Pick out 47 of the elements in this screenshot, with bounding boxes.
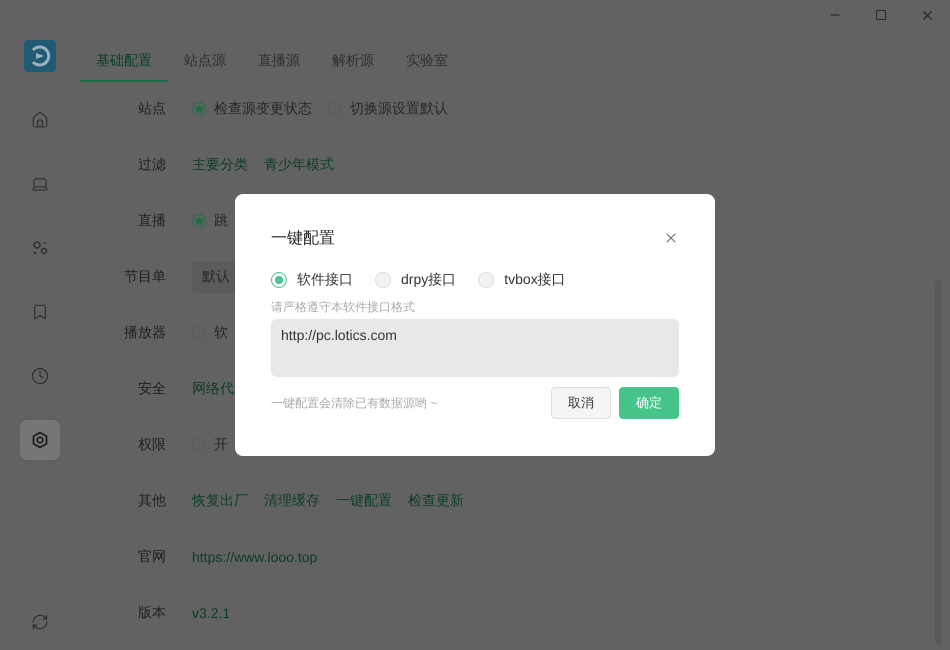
radio-label: 切换源设置默认 bbox=[350, 100, 448, 118]
settings-icon bbox=[31, 431, 49, 449]
setting-link[interactable]: 一键配置 bbox=[336, 492, 392, 510]
radio-label: 软件接口 bbox=[297, 271, 353, 289]
radio-button[interactable] bbox=[192, 214, 206, 228]
setting-label: 节目单 bbox=[123, 268, 166, 286]
sidebar-item[interactable] bbox=[20, 420, 60, 460]
radio-label: drpy接口 bbox=[401, 271, 456, 289]
radio-label: 软 bbox=[214, 324, 228, 342]
url-input-field[interactable]: http://pc.lotics.com bbox=[271, 319, 679, 377]
setting-link[interactable]: 清理缓存 bbox=[264, 492, 320, 510]
home-icon bbox=[31, 111, 49, 129]
setting-link[interactable]: 网络代 bbox=[192, 380, 234, 398]
clock-icon bbox=[31, 367, 49, 385]
setting-link[interactable]: 主要分类 bbox=[192, 156, 248, 174]
setting-label: 直播 bbox=[137, 212, 166, 230]
setting-label: 安全 bbox=[137, 380, 166, 398]
dialog-title: 一键配置 bbox=[271, 228, 335, 248]
radio-label: 跳 bbox=[214, 212, 228, 230]
radio-label: tvbox接口 bbox=[504, 271, 566, 289]
confirm-button[interactable]: 确定 bbox=[619, 387, 679, 419]
radio-label: 开 bbox=[214, 436, 228, 454]
radio-label: 检查源变更状态 bbox=[214, 100, 312, 118]
tab[interactable]: 基础配置 bbox=[80, 50, 168, 82]
app-logo bbox=[24, 40, 56, 72]
warning-note: 一键配置会清除已有数据源哟 ~ bbox=[271, 394, 438, 412]
setting-link[interactable]: 恢复出厂 bbox=[192, 492, 248, 510]
cancel-button[interactable]: 取消 bbox=[551, 387, 611, 419]
setting-label: 权限 bbox=[137, 436, 166, 454]
radio-button[interactable] bbox=[271, 272, 287, 288]
field-hint: 请严格遵守本软件接口格式 bbox=[271, 299, 416, 316]
setting-label: 版本 bbox=[137, 604, 166, 622]
setting-label: 其他 bbox=[137, 492, 166, 510]
setting-label: 站点 bbox=[137, 100, 166, 118]
sync-icon bbox=[31, 613, 49, 631]
radio-button[interactable] bbox=[192, 102, 206, 116]
setting-link[interactable]: https://www.looo.top bbox=[192, 549, 318, 565]
setting-link[interactable]: 青少年模式 bbox=[264, 156, 334, 174]
setting-link[interactable]: v3.2.1 bbox=[192, 605, 230, 621]
bookmark-icon bbox=[31, 303, 49, 321]
laptop-icon bbox=[31, 175, 49, 193]
setting-label: 过滤 bbox=[137, 156, 166, 174]
setting-label: 播放器 bbox=[123, 324, 166, 342]
dots-icon bbox=[31, 239, 49, 257]
maximize-icon bbox=[875, 9, 887, 21]
setting-label: 官网 bbox=[137, 548, 166, 566]
setting-link[interactable]: 检查更新 bbox=[408, 492, 464, 510]
